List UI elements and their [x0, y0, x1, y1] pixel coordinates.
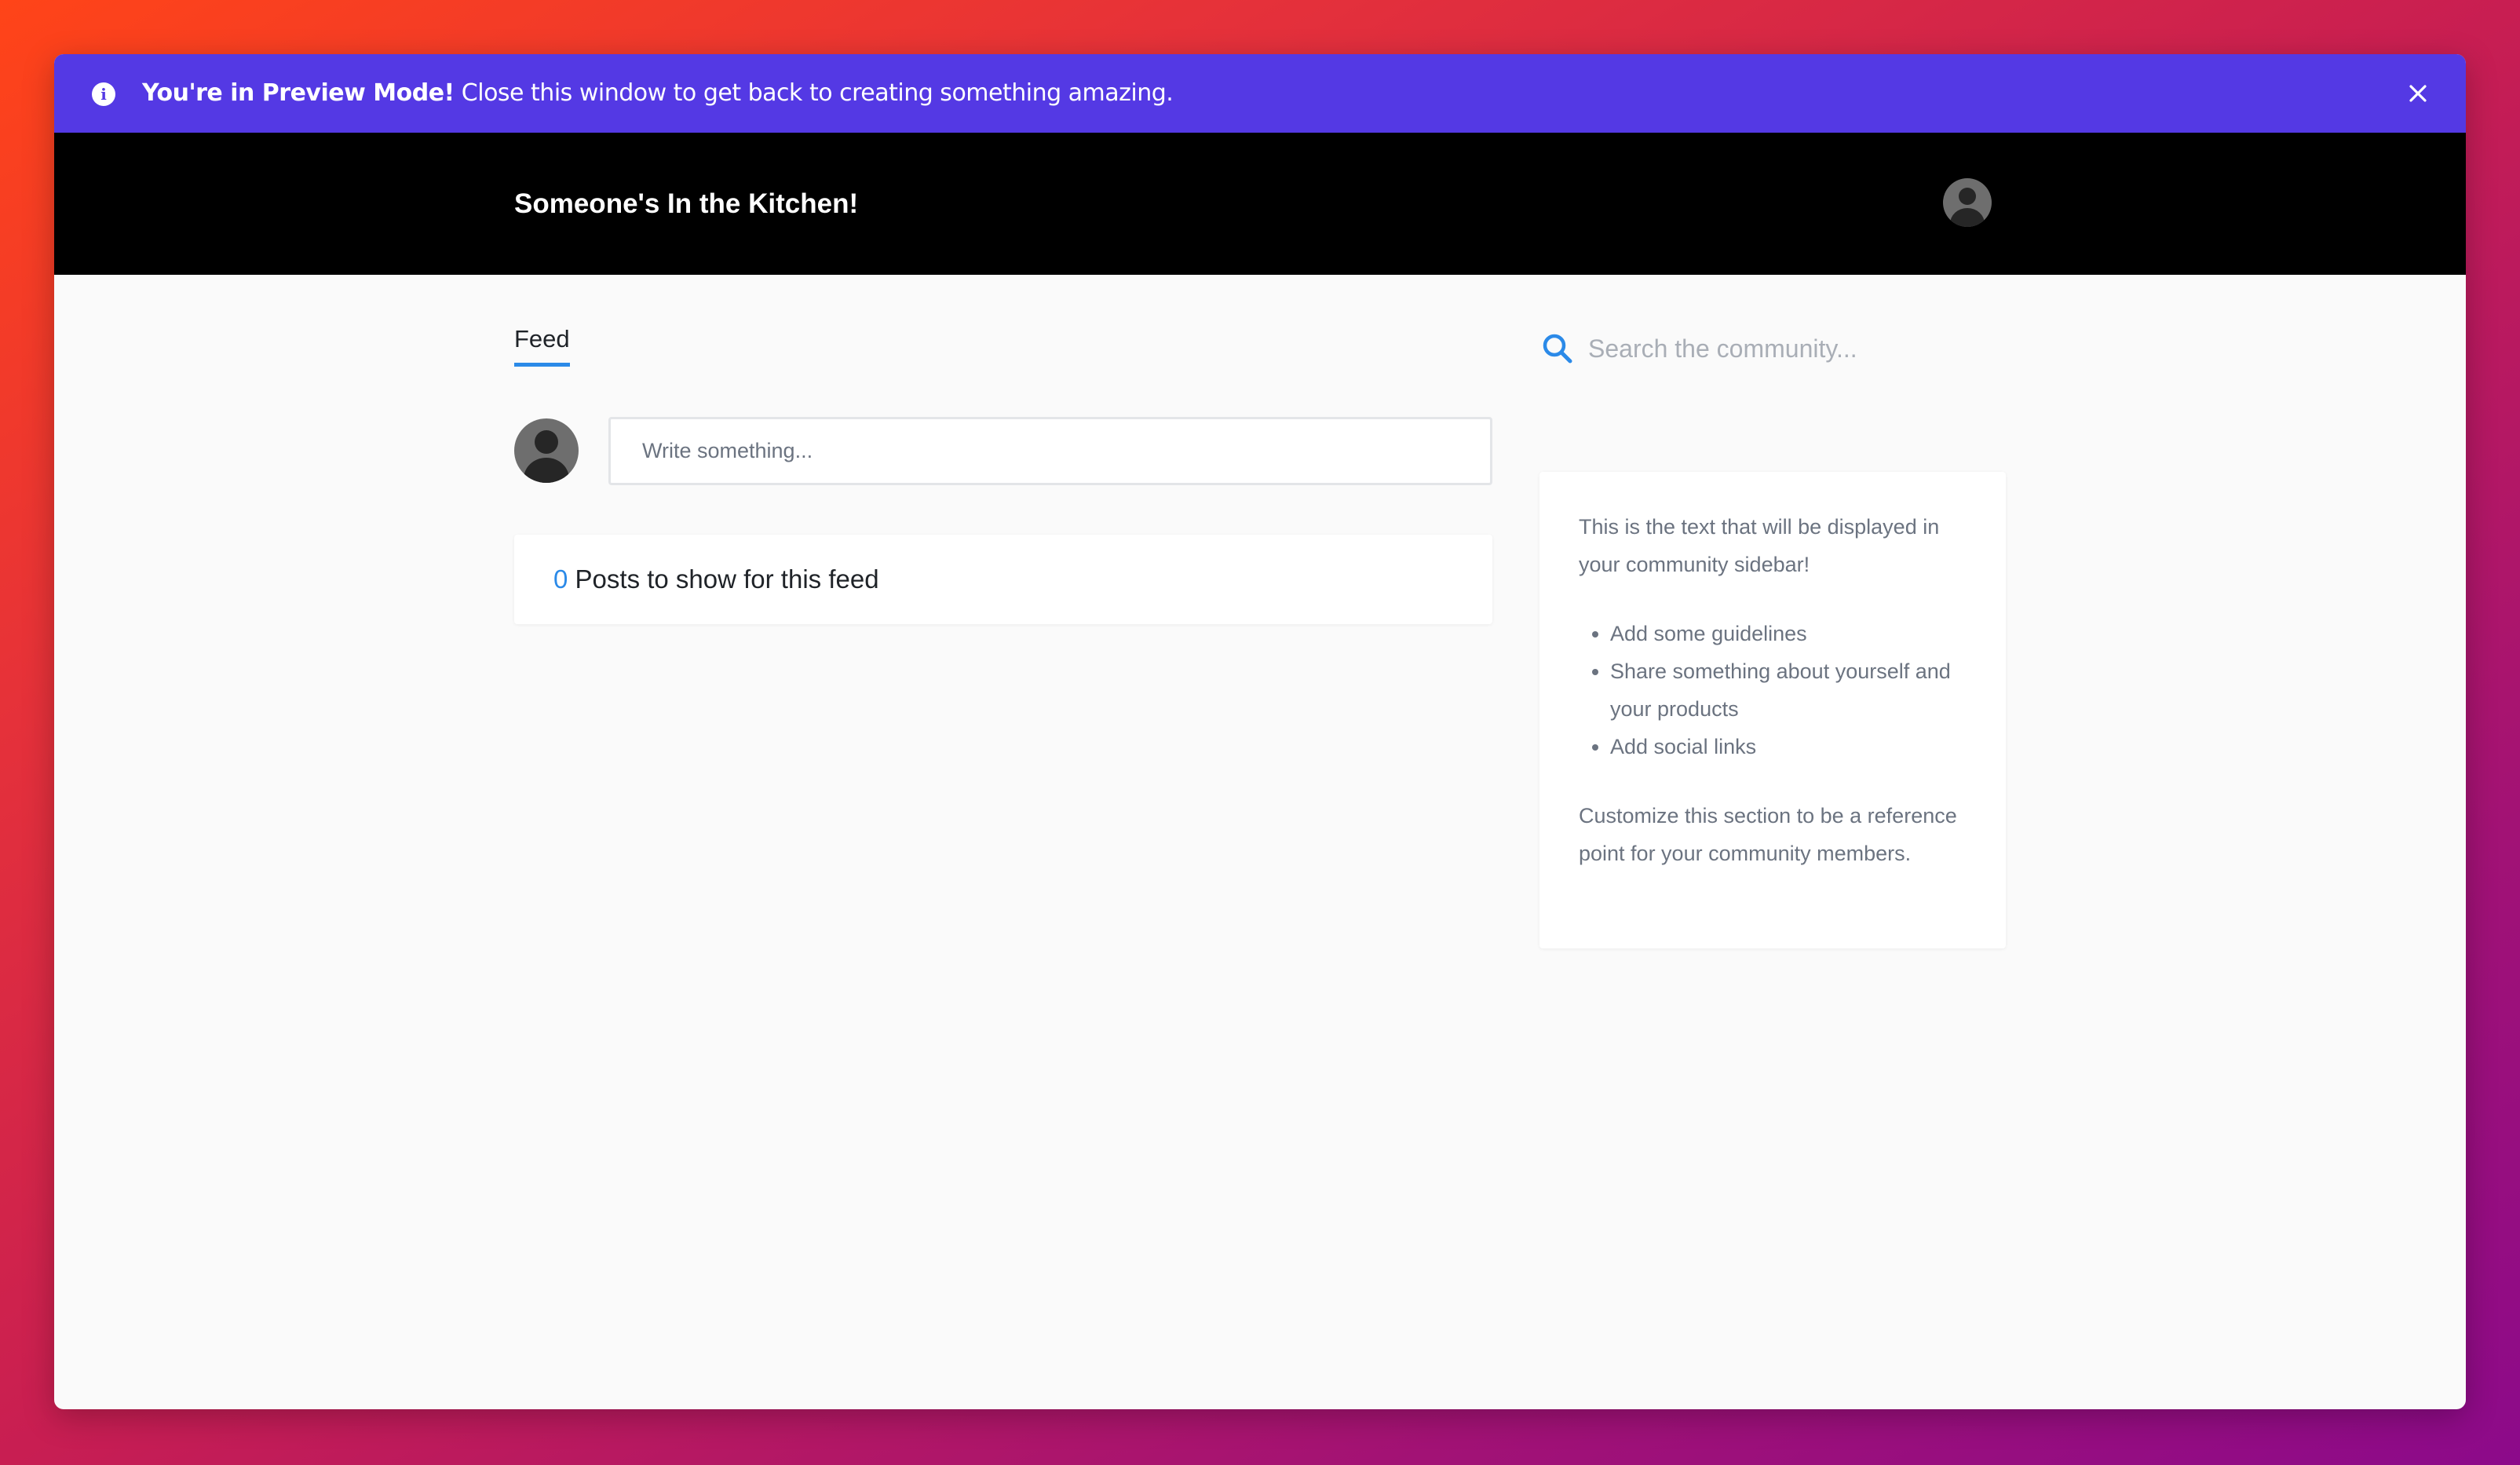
- posts-count: 0: [553, 564, 568, 594]
- preview-mode-description: Close this window to get back to creatin…: [461, 79, 1174, 107]
- search-icon: [1541, 332, 1574, 365]
- preview-mode-message: You're in Preview Mode! Close this windo…: [142, 54, 1174, 133]
- preview-window: i You're in Preview Mode! Close this win…: [54, 54, 2466, 1409]
- community-title[interactable]: Someone's In the Kitchen!: [514, 133, 858, 275]
- composer-avatar: [514, 418, 579, 483]
- user-avatar-icon: [1943, 178, 1992, 227]
- write-post-input[interactable]: [608, 417, 1492, 485]
- search-community-input[interactable]: [1582, 324, 2065, 373]
- sidebar-list-item: Add social links: [1610, 728, 1967, 765]
- sidebar-list-item: Share something about yourself and your …: [1610, 652, 1967, 728]
- user-avatar-icon: [514, 418, 579, 483]
- info-icon: i: [92, 82, 115, 106]
- user-avatar[interactable]: [1943, 178, 1992, 227]
- sidebar-intro: This is the text that will be displayed …: [1579, 515, 1940, 576]
- empty-feed-message: 0 Posts to show for this feed: [553, 535, 879, 624]
- sidebar-list: Add some guidelines Share something abou…: [1579, 615, 1967, 765]
- sidebar-outro: Customize this section to be a reference…: [1579, 804, 1957, 865]
- empty-feed-card: 0 Posts to show for this feed: [514, 535, 1492, 624]
- community-header: Someone's In the Kitchen!: [54, 133, 2466, 275]
- posts-count-label: Posts to show for this feed: [575, 564, 879, 594]
- tab-feed[interactable]: Feed: [514, 325, 570, 367]
- close-preview-button[interactable]: [2405, 80, 2431, 107]
- preview-mode-title: You're in Preview Mode!: [142, 79, 455, 107]
- sidebar-list-item: Add some guidelines: [1610, 615, 1967, 652]
- preview-mode-banner: i You're in Preview Mode! Close this win…: [54, 54, 2466, 133]
- community-content: Feed 0 Posts to show for this feed This …: [54, 275, 2466, 1409]
- close-icon: [2409, 85, 2427, 102]
- community-sidebar: This is the text that will be displayed …: [1539, 472, 2006, 948]
